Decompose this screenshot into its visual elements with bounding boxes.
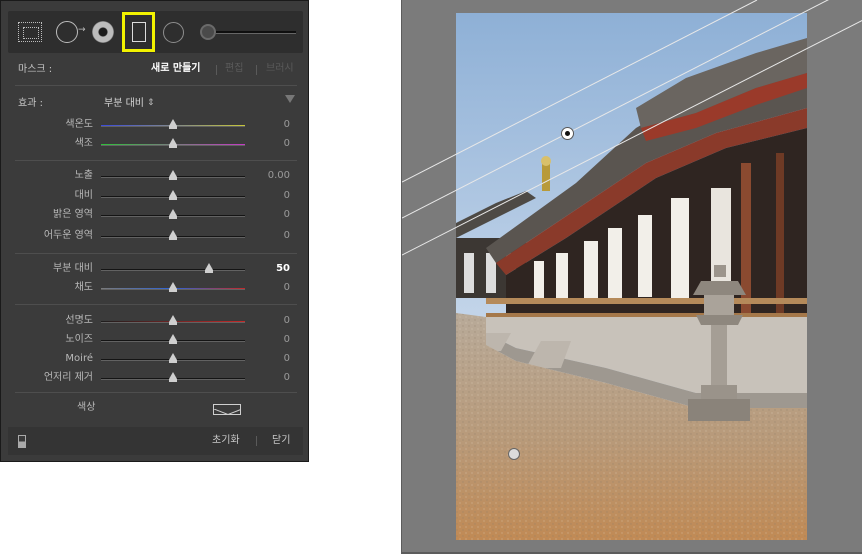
effect-label: 효과 : xyxy=(18,98,43,109)
slider-row: 노이즈 0 xyxy=(1,333,310,349)
slider-value[interactable]: 0 xyxy=(284,229,290,243)
close-button[interactable]: 닫기 xyxy=(272,434,290,448)
reset-button[interactable]: 초기화 xyxy=(212,434,240,448)
divider xyxy=(15,253,297,254)
updown-arrows-icon[interactable]: ⇕ xyxy=(147,96,155,110)
divider xyxy=(15,392,297,393)
tool-size-slider[interactable] xyxy=(216,31,296,34)
red-eye-icon[interactable] xyxy=(92,21,114,43)
slider-thumb[interactable] xyxy=(205,263,213,273)
slider-thumb[interactable] xyxy=(169,209,177,219)
spot-removal-icon[interactable] xyxy=(56,21,78,43)
slider-thumb[interactable] xyxy=(169,315,177,325)
slider-row: 언저리 제거 0 xyxy=(1,371,310,387)
divider xyxy=(15,85,297,86)
slider-value[interactable]: 0 xyxy=(284,137,290,151)
slider-thumb[interactable] xyxy=(169,372,177,382)
mask-label: 마스크 : xyxy=(18,64,53,75)
color-swatch[interactable] xyxy=(213,404,241,415)
divider xyxy=(15,160,297,161)
slider-label: 색조 xyxy=(74,138,93,149)
effect-preset-select[interactable]: 부분 대비 xyxy=(104,97,144,111)
color-label: 색상 xyxy=(77,402,96,413)
photo-canvas[interactable] xyxy=(401,0,862,554)
slider-label: Moiré xyxy=(65,353,93,364)
slider-row: 채도 0 xyxy=(1,281,310,297)
divider xyxy=(216,65,217,75)
slider-thumb[interactable] xyxy=(169,138,177,148)
gradient-pin-active[interactable] xyxy=(561,127,574,140)
slider-value[interactable]: 50 xyxy=(276,262,290,276)
toggle-switch-icon[interactable] xyxy=(18,435,26,448)
gradient-guide-lines[interactable] xyxy=(402,0,862,554)
slider-value[interactable]: 0 xyxy=(284,208,290,222)
slider-value[interactable]: 0.00 xyxy=(268,169,290,183)
slider-thumb[interactable] xyxy=(169,119,177,129)
slider-value[interactable]: 0 xyxy=(284,333,290,347)
divider xyxy=(256,436,257,446)
slider-value[interactable]: 0 xyxy=(284,189,290,203)
slider-thumb[interactable] xyxy=(169,282,177,292)
slider-value[interactable]: 0 xyxy=(284,118,290,132)
slider-row: Moiré 0 xyxy=(1,352,310,368)
slider-thumb[interactable] xyxy=(169,190,177,200)
slider-value[interactable]: 0 xyxy=(284,281,290,295)
slider-track[interactable] xyxy=(101,269,245,271)
slider-row: 색조 0 xyxy=(1,137,310,153)
slider-row: 대비 0 xyxy=(1,189,310,205)
slider-label: 언저리 제거 xyxy=(43,372,93,383)
bottom-bar: 초기화 닫기 xyxy=(8,427,303,455)
slider-row: 밝은 영역 0 xyxy=(1,208,310,224)
slider-label: 어두운 영역 xyxy=(43,230,93,241)
adjustment-brush-icon[interactable] xyxy=(200,24,216,40)
slider-label: 노출 xyxy=(74,170,93,181)
slider-row: 선명도 0 xyxy=(1,314,310,330)
radial-filter-icon[interactable] xyxy=(163,22,184,43)
mask-new-button[interactable]: 새로 만들기 xyxy=(151,62,200,76)
gradient-pin-inactive[interactable] xyxy=(508,448,520,460)
mask-edit-button[interactable]: 편집 xyxy=(225,62,243,76)
slider-thumb[interactable] xyxy=(169,170,177,180)
slider-thumb[interactable] xyxy=(169,334,177,344)
divider xyxy=(256,65,257,75)
slider-label: 부분 대비 xyxy=(53,263,93,274)
slider-label: 선명도 xyxy=(65,315,93,326)
slider-label: 색온도 xyxy=(65,119,93,130)
slider-label: 노이즈 xyxy=(65,334,93,345)
crop-overlay-icon[interactable] xyxy=(18,22,42,42)
collapse-triangle-icon[interactable] xyxy=(285,95,295,103)
graduated-filter-panel: → 마스크 : 새로 만들기 편집 브러시 효과 : 부분 대비 ⇕ 색온도 0 색… xyxy=(0,0,309,462)
slider-row: 부분 대비 50 xyxy=(1,262,310,278)
slider-label: 채도 xyxy=(74,282,93,293)
tool-strip: → xyxy=(8,11,303,53)
slider-label: 대비 xyxy=(74,190,93,201)
slider-value[interactable]: 0 xyxy=(284,371,290,385)
slider-value[interactable]: 0 xyxy=(284,314,290,328)
slider-thumb[interactable] xyxy=(169,353,177,363)
slider-row: 색온도 0 xyxy=(1,118,310,134)
mask-row: 마스크 : 새로 만들기 편집 브러시 xyxy=(8,55,303,83)
graduated-filter-icon[interactable] xyxy=(132,22,146,42)
slider-row: 어두운 영역 0 xyxy=(1,229,310,245)
arrow-right-icon: → xyxy=(78,25,86,35)
mask-brush-button[interactable]: 브러시 xyxy=(266,62,294,76)
slider-thumb[interactable] xyxy=(169,230,177,240)
slider-label: 밝은 영역 xyxy=(53,209,93,220)
slider-row: 노출 0.00 xyxy=(1,169,310,185)
slider-value[interactable]: 0 xyxy=(284,352,290,366)
divider xyxy=(15,304,297,305)
